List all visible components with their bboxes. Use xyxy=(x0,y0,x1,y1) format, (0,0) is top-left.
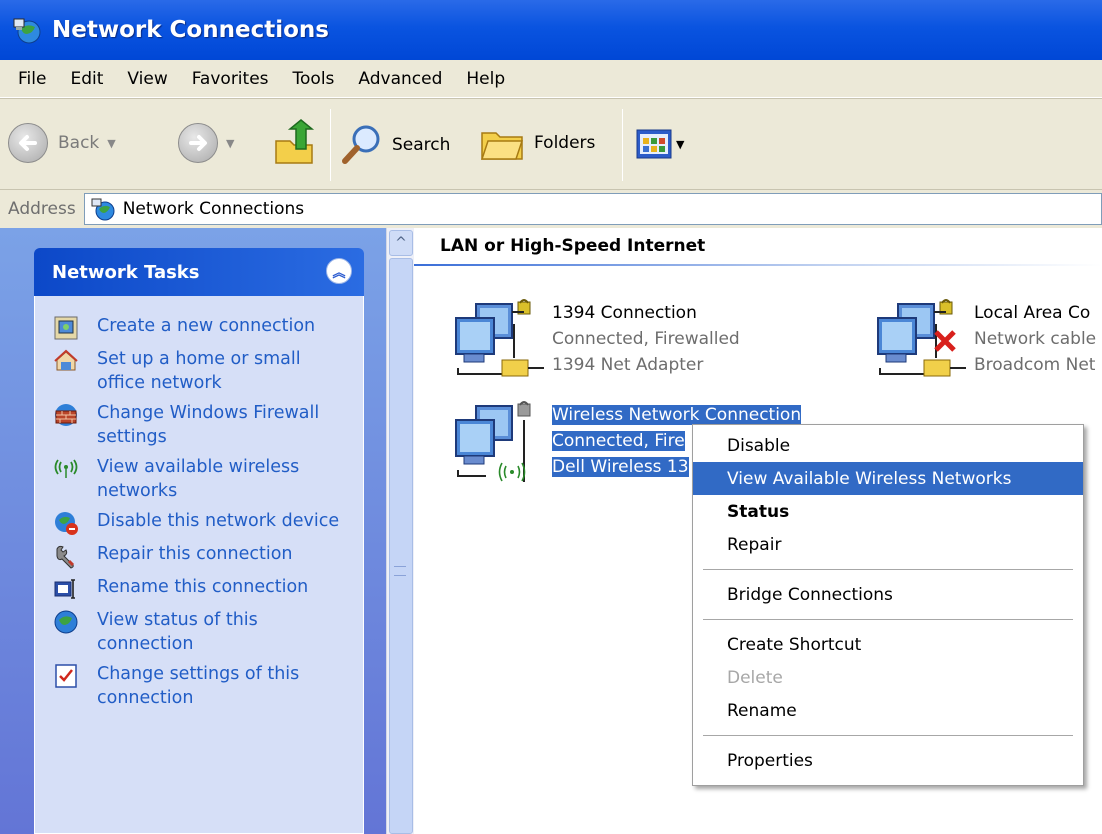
up-folder-button[interactable] xyxy=(272,119,316,167)
menu-item-bridge-connections[interactable]: Bridge Connections xyxy=(693,578,1083,611)
repair-icon xyxy=(56,545,75,569)
task-home-network[interactable]: Set up a home or small office network xyxy=(35,347,363,395)
new-connection-icon xyxy=(54,316,78,340)
menu-tools[interactable]: Tools xyxy=(281,69,347,89)
menu-item-disable[interactable]: Disable xyxy=(693,429,1083,462)
task-create-connection[interactable]: Create a new connection xyxy=(35,314,363,341)
network-connection-icon xyxy=(877,299,966,377)
connection-name: Local Area Co xyxy=(974,303,1091,323)
address-field[interactable]: Network Connections xyxy=(83,193,1102,225)
connection-name: Wireless Network Connection xyxy=(552,405,802,425)
window-title: Network Connections xyxy=(52,17,329,43)
home-network-icon xyxy=(54,349,78,371)
task-rename-connection[interactable]: Rename this connection xyxy=(35,575,363,602)
vertical-scrollbar[interactable]: ^ xyxy=(386,228,414,834)
back-button[interactable]: Back ▼ xyxy=(8,123,116,163)
menu-item-view-wireless-networks[interactable]: View Available Wireless Networks xyxy=(693,462,1083,495)
search-label: Search xyxy=(392,135,451,155)
connection-device: Broadcom Net xyxy=(974,355,1096,375)
menu-item-status[interactable]: Status xyxy=(693,495,1083,528)
menu-help[interactable]: Help xyxy=(454,69,517,89)
search-icon xyxy=(342,125,380,164)
connection-local-area-details: Local Area Co Network cable Broadcom Net xyxy=(974,300,1096,378)
menu-item-properties[interactable]: Properties xyxy=(693,744,1083,777)
menu-file[interactable]: File xyxy=(6,69,58,89)
task-view-wireless[interactable]: View available wireless networks xyxy=(35,455,363,503)
forward-arrow-icon xyxy=(178,123,218,163)
title-bar: Network Connections xyxy=(0,0,1102,60)
connection-status: Network cable xyxy=(974,329,1097,349)
menu-bar: File Edit View Favorites Tools Advanced … xyxy=(0,60,1102,98)
context-menu: Disable View Available Wireless Networks… xyxy=(692,424,1084,786)
menu-advanced[interactable]: Advanced xyxy=(346,69,454,89)
search-button[interactable]: Search xyxy=(340,123,450,167)
connection-status: Connected, Firewalled xyxy=(552,329,740,349)
folders-icon xyxy=(480,132,524,160)
rename-icon xyxy=(54,579,75,599)
connection-name: 1394 Connection xyxy=(552,303,697,323)
task-disable-device[interactable]: Disable this network device xyxy=(35,509,363,536)
group-header: LAN or High-Speed Internet xyxy=(440,236,706,256)
address-value: Network Connections xyxy=(122,199,305,219)
back-label: Back xyxy=(58,133,100,153)
menu-favorites[interactable]: Favorites xyxy=(180,69,281,89)
forward-button[interactable]: ▼ xyxy=(178,123,234,163)
task-pane: Network Tasks ︽ Create a new connection … xyxy=(0,228,386,834)
scroll-grip-icon xyxy=(394,566,406,576)
network-tasks-panel: Network Tasks ︽ Create a new connection … xyxy=(34,248,364,834)
views-button[interactable]: ▼ xyxy=(636,129,684,159)
menu-separator xyxy=(703,735,1073,736)
folders-label: Folders xyxy=(534,133,596,153)
address-bar: Address Network Connections xyxy=(0,190,1102,228)
scroll-up-button[interactable]: ^ xyxy=(389,230,413,256)
task-firewall-settings[interactable]: Change Windows Firewall settings xyxy=(35,401,363,449)
task-view-status[interactable]: View status of this connection xyxy=(35,608,363,656)
menu-item-repair[interactable]: Repair xyxy=(693,528,1083,561)
connection-device: 1394 Net Adapter xyxy=(552,355,704,375)
back-arrow-icon xyxy=(8,123,48,163)
chevron-down-icon[interactable]: ▼ xyxy=(226,137,234,150)
menu-edit[interactable]: Edit xyxy=(58,69,115,89)
wireless-connection-icon xyxy=(455,401,531,482)
connection-status: Connected, Fire xyxy=(552,431,685,451)
chevron-down-icon[interactable]: ▼ xyxy=(107,137,115,150)
task-change-settings[interactable]: Change settings of this connection xyxy=(35,662,363,710)
address-label: Address xyxy=(8,199,76,219)
views-icon xyxy=(636,129,672,159)
collapse-icon[interactable]: ︽ xyxy=(326,258,352,284)
network-tasks-list: Create a new connection Set up a home or… xyxy=(34,296,364,834)
up-folder-icon xyxy=(275,119,315,164)
menu-separator xyxy=(703,569,1073,570)
connection-device: Dell Wireless 13 xyxy=(552,457,689,477)
connection-1394-details: 1394 Connection Connected, Firewalled 13… xyxy=(552,300,740,378)
chevron-down-icon[interactable]: ▼ xyxy=(676,138,684,151)
disable-device-icon xyxy=(55,512,78,535)
status-icon xyxy=(54,610,78,634)
menu-separator xyxy=(703,619,1073,620)
task-repair-connection[interactable]: Repair this connection xyxy=(35,542,363,569)
network-tasks-title: Network Tasks xyxy=(52,261,200,283)
toolbar: Back ▼ ▼ Search Folders ▼ xyxy=(0,98,1102,190)
network-connections-icon xyxy=(12,15,42,45)
group-divider xyxy=(414,264,1102,266)
network-connection-icon xyxy=(455,299,544,377)
menu-view[interactable]: View xyxy=(115,69,179,89)
network-tasks-header[interactable]: Network Tasks ︽ xyxy=(34,248,364,296)
scroll-thumb[interactable] xyxy=(389,258,413,834)
menu-item-create-shortcut[interactable]: Create Shortcut xyxy=(693,628,1083,661)
menu-item-rename[interactable]: Rename xyxy=(693,694,1083,727)
wireless-icon xyxy=(54,459,78,478)
menu-item-delete: Delete xyxy=(727,667,783,688)
network-connections-icon xyxy=(91,198,115,221)
firewall-icon xyxy=(55,404,77,426)
folders-button[interactable]: Folders xyxy=(480,123,595,163)
settings-icon xyxy=(55,664,77,688)
